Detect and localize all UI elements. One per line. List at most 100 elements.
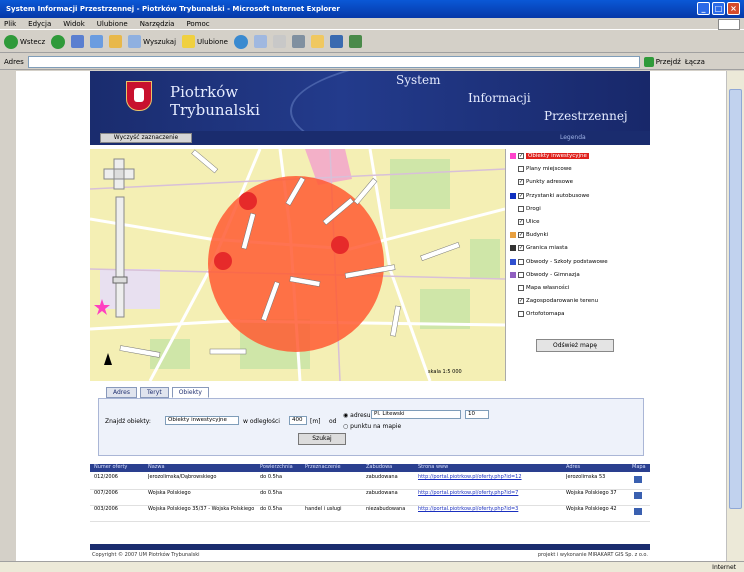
layer-icon bbox=[510, 179, 516, 185]
table-cell: 007/2006 bbox=[94, 490, 118, 496]
vertical-scrollbar[interactable] bbox=[726, 71, 744, 561]
table-cell: niezabudowana bbox=[366, 506, 406, 512]
layer-item[interactable]: Obwody - Szkoły podstawowe bbox=[510, 258, 608, 265]
table-row: 003/2006 Wojska Polskiego 35/37 - Wojska … bbox=[90, 506, 650, 522]
close-button[interactable]: × bbox=[727, 2, 740, 15]
tab-objects[interactable]: Obiekty bbox=[171, 387, 209, 398]
tab-teryt[interactable]: Teryt bbox=[139, 387, 169, 398]
go-button[interactable]: Przejdź bbox=[643, 56, 681, 67]
layer-item[interactable]: Mapa własności bbox=[510, 285, 569, 291]
table-cell: Wojska Polskiego 35/37 - Wojska Polskieg… bbox=[148, 506, 255, 512]
layer-checkbox[interactable]: ✓ bbox=[518, 245, 524, 252]
layer-item[interactable]: ✓ Budynki bbox=[510, 232, 549, 239]
results-header: Numer oferty Nazwa Powierzchnia Przeznac… bbox=[90, 464, 650, 472]
layer-item[interactable]: ✓ Obiekty inwestycyjne bbox=[510, 153, 589, 159]
legend-link[interactable]: Legenda bbox=[560, 134, 586, 141]
radio-address[interactable]: ◉ adresu bbox=[343, 412, 371, 419]
messenger-icon[interactable] bbox=[329, 35, 343, 48]
number-select[interactable]: 10 bbox=[465, 410, 489, 419]
layer-checkbox[interactable] bbox=[518, 258, 524, 265]
layer-label: Plany miejscowe bbox=[526, 166, 572, 173]
tools-icon[interactable] bbox=[348, 35, 362, 48]
layer-label: Budynki bbox=[526, 232, 549, 239]
layer-item[interactable]: ✓ Granica miasta bbox=[510, 245, 568, 252]
object-marker-1 bbox=[239, 192, 257, 210]
address-input[interactable] bbox=[27, 55, 640, 68]
www-link[interactable]: http://portal.piotrkow.pl/oferty.php?id=… bbox=[418, 490, 563, 497]
tab-address[interactable]: Adres bbox=[106, 387, 137, 398]
layer-item[interactable]: Obwody - Gimnazja bbox=[510, 271, 580, 278]
layer-checkbox[interactable]: ✓ bbox=[518, 192, 524, 199]
folder-icon[interactable] bbox=[310, 35, 324, 48]
www-link[interactable]: http://portal.piotrkow.pl/oferty.php?id=… bbox=[418, 474, 563, 481]
back-button[interactable]: Wstecz bbox=[4, 34, 45, 49]
layer-label: Granica miasta bbox=[526, 245, 568, 252]
layer-checkbox[interactable]: ✓ bbox=[518, 219, 524, 225]
layer-item[interactable]: ✓ Punkty adresowe bbox=[510, 179, 573, 186]
layer-checkbox[interactable] bbox=[518, 311, 524, 318]
layer-item[interactable]: Drogi bbox=[510, 205, 541, 212]
map-view[interactable]: skala 1:5 000 bbox=[90, 149, 505, 381]
unit-label: [m] bbox=[310, 418, 321, 425]
home-icon[interactable] bbox=[109, 35, 123, 48]
object-type-select[interactable]: Obiekty inwestycyjne bbox=[165, 416, 239, 425]
clear-selection-button[interactable]: Wyczyść zaznaczenie bbox=[100, 133, 192, 143]
table-cell: Wojska Polskiego 42 bbox=[566, 506, 617, 512]
links-label[interactable]: Łącza bbox=[685, 58, 705, 66]
search-button[interactable]: Szukaj bbox=[298, 433, 346, 445]
menu-favorites[interactable]: Ulubione bbox=[97, 20, 128, 28]
col-number: Numer oferty bbox=[94, 464, 128, 470]
layer-icon bbox=[510, 219, 516, 225]
table-row: 007/2006 Wojska Polskiego do 0.5ha zabudowa… bbox=[90, 490, 650, 506]
search-button[interactable]: Wyszukaj bbox=[128, 35, 176, 48]
scrollbar-thumb[interactable] bbox=[729, 89, 742, 509]
layer-icon bbox=[510, 271, 516, 278]
print-icon[interactable] bbox=[291, 35, 305, 48]
map-locate-icon[interactable] bbox=[634, 476, 642, 483]
menu-view[interactable]: Widok bbox=[63, 20, 85, 28]
layer-item[interactable]: ✓ Ulice bbox=[510, 219, 540, 225]
stop-icon[interactable] bbox=[71, 35, 85, 48]
layer-checkbox[interactable] bbox=[518, 166, 524, 173]
favorites-button[interactable]: Ulubione bbox=[182, 35, 228, 48]
forward-button[interactable] bbox=[51, 34, 66, 49]
radius-input[interactable]: 400 bbox=[289, 416, 307, 425]
mail-icon[interactable] bbox=[272, 35, 286, 48]
menu-tools[interactable]: Narzędzia bbox=[140, 20, 175, 28]
layer-item[interactable]: Plany miejscowe bbox=[510, 166, 572, 173]
minimize-button[interactable]: _ bbox=[697, 2, 710, 15]
layer-checkbox[interactable] bbox=[518, 285, 524, 291]
layer-checkbox[interactable] bbox=[518, 205, 524, 212]
media-icon[interactable] bbox=[233, 34, 248, 49]
layer-checkbox[interactable]: ✓ bbox=[518, 153, 524, 159]
map-locate-icon[interactable] bbox=[634, 508, 642, 515]
layer-item[interactable]: ✓ Zagospodarowanie terenu bbox=[510, 298, 598, 305]
refresh-icon[interactable] bbox=[90, 35, 104, 48]
radio-map-point[interactable]: ○ punktu na mapie bbox=[343, 423, 401, 430]
layer-label: Ortofotomapa bbox=[526, 311, 565, 318]
address-bar: Adres Przejdź Łącza bbox=[0, 54, 744, 70]
layer-item[interactable]: Ortofotomapa bbox=[510, 311, 565, 318]
layer-item[interactable]: ✓ Przystanki autobusowe bbox=[510, 192, 589, 199]
col-purpose: Przeznaczenie bbox=[305, 464, 341, 470]
layer-checkbox[interactable]: ✓ bbox=[518, 232, 524, 239]
menu-bar: Plik Edycja Widok Ulubione Narzędzia Pom… bbox=[0, 18, 744, 30]
menu-edit[interactable]: Edycja bbox=[28, 20, 51, 28]
maximize-button[interactable]: □ bbox=[712, 2, 725, 15]
layer-checkbox[interactable] bbox=[518, 271, 524, 278]
map-locate-icon[interactable] bbox=[634, 492, 642, 499]
www-link[interactable]: http://portal.piotrkow.pl/oferty.php?id=… bbox=[418, 506, 563, 513]
zoom-slider bbox=[115, 196, 125, 318]
street-select[interactable]: Pl. Litewski bbox=[371, 410, 461, 419]
table-cell: do 0.5ha bbox=[260, 474, 283, 480]
history-icon[interactable] bbox=[253, 35, 267, 48]
layer-icon bbox=[510, 258, 516, 265]
layer-checkbox[interactable]: ✓ bbox=[518, 179, 524, 186]
layer-checkbox[interactable]: ✓ bbox=[518, 298, 524, 305]
table-cell: handel i usługi bbox=[305, 506, 342, 512]
map-canvas bbox=[90, 149, 505, 381]
menu-help[interactable]: Pomoc bbox=[186, 20, 209, 28]
refresh-map-button[interactable]: Odśwież mapę bbox=[536, 339, 614, 352]
layer-label: Obwody - Szkoły podstawowe bbox=[526, 258, 608, 265]
menu-file[interactable]: Plik bbox=[4, 20, 16, 28]
